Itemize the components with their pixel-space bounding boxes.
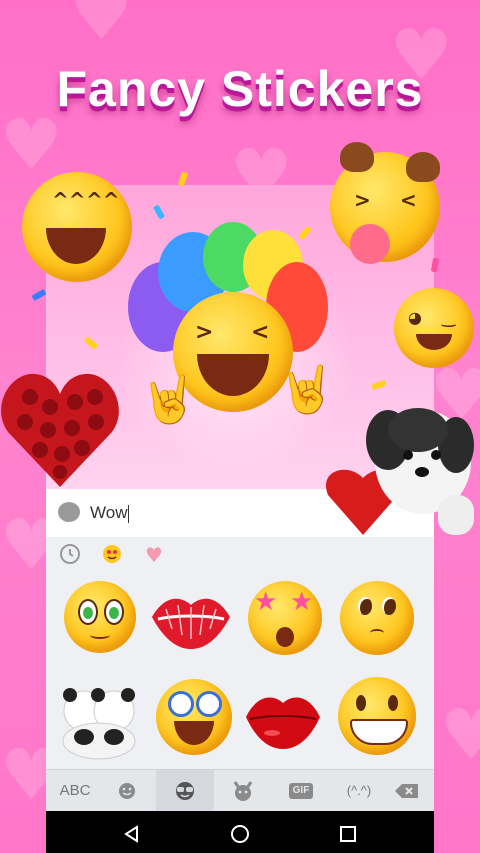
squint-eye-icon: > [354, 188, 371, 212]
devil-icon [233, 781, 253, 802]
big-grin-emoji-icon [338, 677, 416, 755]
star-eye-icon: ★ [254, 587, 278, 617]
wink-eye-icon: ◕ [408, 308, 422, 327]
dog-ear-icon [340, 142, 374, 172]
wink-eye-icon: ‿ [442, 308, 456, 327]
gif-badge: GIF [288, 783, 314, 800]
closed-eye-icon: ^^ [86, 188, 120, 212]
background-heart-icon: ♥ [0, 104, 63, 186]
small-mouth [370, 629, 384, 637]
teary-eye-icon [358, 597, 372, 615]
emoji-tab-button[interactable] [98, 770, 156, 812]
green-eye-icon [104, 599, 124, 625]
back-nav-button[interactable] [102, 811, 162, 853]
green-eye-icon [78, 599, 98, 625]
background-heart-icon: ♥ [70, 0, 133, 56]
sticker-tab-button[interactable] [156, 770, 214, 812]
system-navigation-bar [46, 811, 434, 853]
smiley-icon [119, 783, 135, 800]
panda-hug-icon [62, 688, 136, 760]
message-input[interactable]: Wow [90, 503, 130, 523]
recents-square-icon [340, 825, 356, 842]
recents-nav-button[interactable] [318, 811, 378, 853]
rock-hand-icon: 🤘 [140, 372, 198, 426]
smile-mouth [416, 334, 452, 350]
open-mouth [174, 721, 214, 745]
dog-filter-emoji-sticker: > < [330, 142, 440, 264]
happy-eye-icon [388, 695, 398, 711]
laughing-emoji-sticker: ^^ ^^ [22, 172, 132, 282]
sticker-star-eyes-shocked-emoji[interactable]: ★ ★ [238, 575, 328, 665]
open-mouth [46, 228, 106, 264]
sticker-nerd-laughing-emoji[interactable] [146, 673, 236, 763]
backspace-button[interactable] [378, 770, 436, 812]
dog-ear-icon [406, 152, 440, 182]
abc-keyboard-button[interactable]: ABC [46, 770, 104, 812]
squint-eye-icon: > [195, 320, 214, 345]
sticker-category-bar: ♥ [46, 537, 434, 573]
keyboard-toolbar: ABC GIF (^.^) [46, 769, 434, 812]
teeth-grin [350, 719, 408, 745]
lips-kiss-icon [152, 598, 230, 649]
closed-eye-icon: ^^ [52, 188, 86, 212]
smile-mouth [90, 631, 110, 639]
tongue-icon [350, 224, 390, 264]
winking-emoji-sticker: ◕ ‿ [394, 288, 474, 368]
sticker-lips-kiss[interactable] [146, 575, 236, 665]
gif-tab-button[interactable]: GIF [272, 770, 330, 812]
background-heart-icon: ♥ [440, 694, 480, 776]
blushing-emoji-icon [64, 581, 136, 653]
happy-eye-icon [356, 695, 366, 711]
open-mouth [197, 354, 269, 396]
rainbow-afro-emoji-sticker: > < 🤘 🤘 [128, 222, 335, 452]
shocked-mouth [276, 627, 294, 647]
glasses-icon [196, 691, 222, 717]
glasses-icon [168, 691, 194, 717]
red-lips-icon [246, 697, 320, 749]
puppy-heart-sticker [318, 400, 480, 540]
squint-eye-icon: < [400, 188, 417, 212]
promo-title: Fancy Stickers [56, 61, 424, 117]
teary-emoji-icon [340, 581, 414, 655]
devil-tab-button[interactable] [214, 770, 272, 812]
recent-icon[interactable] [58, 543, 82, 567]
star-eyes-emoji-icon: ★ ★ [248, 581, 322, 655]
text-cursor [128, 504, 130, 523]
home-circle-icon [231, 824, 249, 843]
back-triangle-icon [124, 824, 138, 843]
message-input-value: Wow [90, 503, 128, 522]
nerd-emoji-icon [156, 679, 232, 755]
sticker-blushing-wide-eye-emoji[interactable] [54, 575, 144, 665]
rose-heart-sticker [0, 362, 120, 492]
confetti-icon [430, 257, 440, 273]
heart-sticker-icon[interactable]: ♥ [142, 543, 166, 567]
squint-eye-icon: < [251, 320, 270, 345]
sticker-grid: ★ ★ [46, 573, 434, 769]
backspace-icon [395, 784, 418, 799]
confetti-icon [31, 288, 47, 302]
star-eye-icon: ★ [290, 587, 314, 617]
sticker-teary-hopeful-emoji[interactable] [330, 575, 420, 665]
home-nav-button[interactable] [210, 811, 270, 853]
sticker-big-grin-emoji[interactable] [330, 673, 420, 763]
chat-bubble-icon [58, 502, 80, 522]
sticker-red-lips[interactable] [238, 673, 328, 763]
sticker-panda-hug[interactable] [54, 673, 144, 763]
emoji-sticker-icon[interactable] [100, 543, 124, 567]
sunglasses-face-icon [176, 782, 194, 801]
teary-eye-icon [382, 597, 396, 615]
